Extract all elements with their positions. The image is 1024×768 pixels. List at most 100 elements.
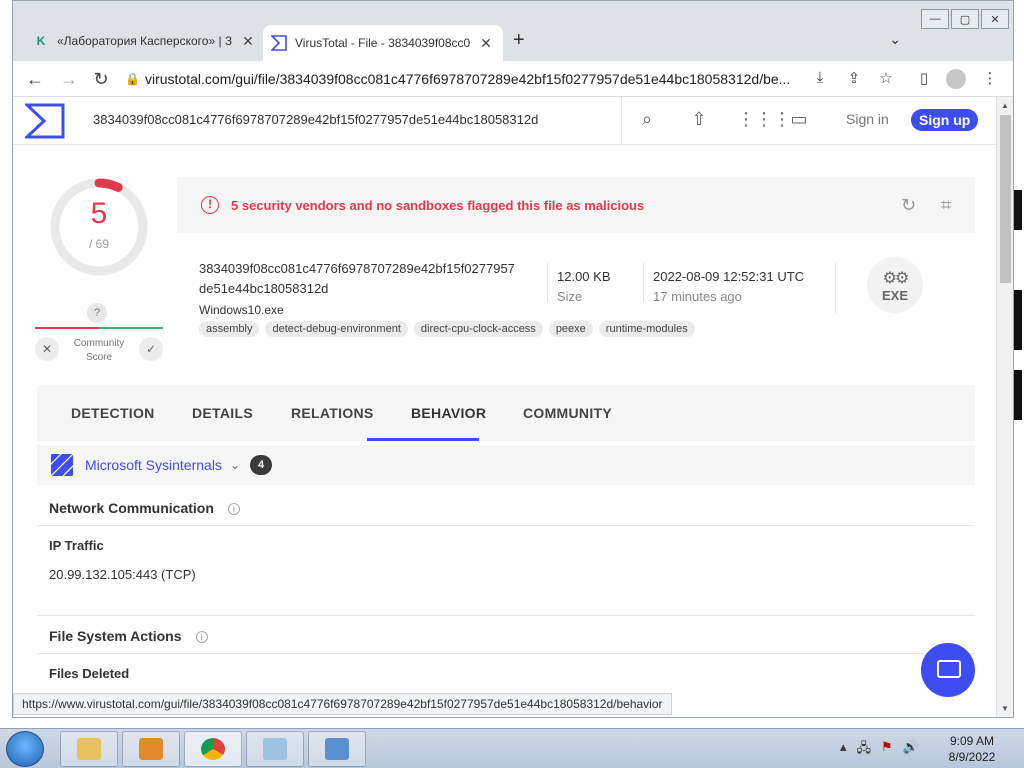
- address-bar[interactable]: 🔒 virustotal.com/gui/file/3834039f08cc08…: [125, 65, 825, 93]
- browser-menu-icon[interactable]: ⋮: [979, 69, 1001, 91]
- system-clock[interactable]: 9:09 AM 8/9/2022: [944, 733, 1000, 765]
- tag[interactable]: detect-debug-environment: [265, 321, 408, 337]
- scan-date-ago: 17 minutes ago: [653, 289, 742, 304]
- taskbar-chrome[interactable]: [184, 731, 242, 767]
- desktop-left-strip: [0, 0, 12, 728]
- show-hidden-icons-icon[interactable]: ▴: [840, 739, 847, 761]
- back-icon[interactable]: ←: [23, 67, 47, 91]
- chat-icon[interactable]: ▭: [787, 109, 811, 133]
- tab-detection[interactable]: DETECTION: [71, 405, 155, 421]
- divider: [547, 263, 548, 301]
- gears-icon: ⚙⚙: [882, 269, 910, 287]
- scan-date-value: 2022-08-09 12:52:31 UTC: [653, 269, 805, 284]
- community-score: ? ✕ Community Score ✓: [35, 297, 163, 367]
- network-communication-heading: Network Communication i: [49, 500, 240, 516]
- browser-toolbar: ← → ↻ 🔒 virustotal.com/gui/file/3834039f…: [13, 61, 1013, 97]
- divider: [37, 525, 975, 526]
- search-input[interactable]: 3834039f08cc081c4776f6978707289e42bf15f0…: [93, 112, 538, 127]
- file-hash[interactable]: 3834039f08cc081c4776f6978707289e42bf15f0…: [199, 259, 529, 299]
- page-scrollbar[interactable]: ▲ ▼: [996, 97, 1013, 717]
- tab-virustotal[interactable]: VirusTotal - File - 3834039f08cc0 ✕: [263, 25, 503, 61]
- tab-title: «Лаборатория Касперского» | З: [57, 34, 233, 48]
- bookmark-star-icon[interactable]: ☆: [875, 69, 897, 91]
- clock-time: 9:09 AM: [949, 734, 995, 748]
- virustotal-logo-icon[interactable]: [25, 103, 65, 139]
- exe-file-type-icon: ⚙⚙ EXE: [867, 257, 923, 313]
- network-icon[interactable]: 🖧: [857, 739, 872, 761]
- divider: [835, 263, 836, 313]
- maximize-icon[interactable]: ▢: [951, 9, 979, 29]
- share-icon[interactable]: ⇪: [843, 69, 865, 91]
- tab-kaspersky[interactable]: K «Лаборатория Касперского» | З ✕: [25, 25, 265, 57]
- vote-harmless-icon[interactable]: ✓: [139, 337, 163, 361]
- search-icon[interactable]: ⌕: [635, 109, 659, 133]
- clock-date: 8/9/2022: [948, 750, 996, 764]
- system-tray: ▴ 🖧 ⚑ 🔊: [840, 739, 919, 761]
- profile-avatar-icon[interactable]: [945, 69, 967, 91]
- tab-details[interactable]: DETAILS: [192, 405, 253, 421]
- file-size-label: Size: [557, 289, 583, 304]
- forward-icon[interactable]: →: [57, 67, 81, 91]
- minimize-icon[interactable]: —: [921, 9, 949, 29]
- install-app-icon[interactable]: ⤓: [809, 69, 831, 91]
- detection-total: / 69: [88, 237, 109, 251]
- tag[interactable]: direct-cpu-clock-access: [413, 321, 543, 337]
- chevron-down-icon: ⌄: [229, 458, 240, 472]
- taskbar-control-panel[interactable]: [308, 731, 366, 767]
- alert-icon: !: [201, 196, 219, 214]
- close-tab-icon[interactable]: ✕: [239, 33, 257, 50]
- apps-grid-icon[interactable]: ⋮⋮⋮: [737, 109, 791, 133]
- info-icon[interactable]: i: [195, 631, 208, 644]
- sandbox-count-badge: 4: [250, 455, 272, 475]
- taskbar-explorer[interactable]: [60, 731, 118, 767]
- detection-count: 5: [90, 197, 108, 230]
- start-button[interactable]: [6, 731, 44, 767]
- tab-behavior[interactable]: BEHAVIOR: [411, 405, 486, 421]
- vt-header: 3834039f08cc081c4776f6978707289e42bf15f0…: [13, 97, 997, 145]
- similar-files-icon[interactable]: ⌗: [941, 195, 951, 216]
- taskbar-paint[interactable]: [246, 731, 304, 767]
- kaspersky-favicon-icon: K: [36, 34, 46, 48]
- tag[interactable]: peexe: [548, 321, 593, 337]
- tab-search-chevron-icon[interactable]: ⌄: [889, 31, 901, 48]
- close-tab-icon[interactable]: ✕: [477, 35, 495, 52]
- action-center-flag-icon[interactable]: ⚑: [881, 739, 893, 761]
- scroll-up-icon[interactable]: ▲: [1001, 101, 1009, 110]
- tag[interactable]: runtime-modules: [598, 321, 695, 337]
- chat-support-button[interactable]: [921, 643, 975, 697]
- control-panel-icon: [325, 738, 349, 760]
- url-text: virustotal.com/gui/file/3834039f08cc081c…: [145, 71, 791, 87]
- volume-icon[interactable]: 🔊: [903, 739, 919, 761]
- scrollbar-thumb[interactable]: [1000, 115, 1011, 283]
- tab-title: VirusTotal - File - 3834039f08cc0: [295, 36, 471, 50]
- virustotal-favicon-icon: [271, 35, 287, 51]
- ip-traffic-heading: IP Traffic: [49, 538, 104, 553]
- media-player-icon: [139, 738, 163, 760]
- divider: [37, 653, 975, 654]
- sandbox-selector[interactable]: Microsoft Sysinternals ⌄ 4: [37, 445, 975, 485]
- scroll-down-icon[interactable]: ▼: [1001, 704, 1009, 713]
- upload-icon[interactable]: ⇧: [687, 109, 711, 133]
- community-score-label: Community Score: [73, 338, 125, 363]
- chrome-icon: [201, 738, 225, 760]
- sign-in-link[interactable]: Sign in: [846, 111, 889, 127]
- files-deleted-heading: Files Deleted: [49, 666, 130, 681]
- tab-relations[interactable]: RELATIONS: [291, 405, 374, 421]
- divider: [37, 615, 975, 616]
- reload-icon[interactable]: ↻: [89, 67, 113, 91]
- sign-up-button[interactable]: Sign up: [911, 109, 979, 131]
- side-panel-icon[interactable]: ▯: [913, 69, 935, 91]
- link-status-bar: https://www.virustotal.com/gui/file/3834…: [13, 693, 672, 715]
- divider: [643, 263, 644, 301]
- file-name: Windows10.exe: [199, 303, 284, 317]
- info-icon[interactable]: i: [227, 503, 240, 516]
- lock-icon: 🔒: [125, 72, 140, 86]
- taskbar-media-player[interactable]: [122, 731, 180, 767]
- vote-malicious-icon[interactable]: ✕: [35, 337, 59, 361]
- ip-traffic-entry: 20.99.132.105:443 (TCP): [49, 567, 196, 582]
- tab-community[interactable]: COMMUNITY: [523, 405, 612, 421]
- close-window-icon[interactable]: ✕: [981, 9, 1009, 29]
- reanalyze-icon[interactable]: ↻: [901, 195, 916, 216]
- tag[interactable]: assembly: [199, 321, 260, 337]
- new-tab-icon[interactable]: +: [513, 29, 525, 52]
